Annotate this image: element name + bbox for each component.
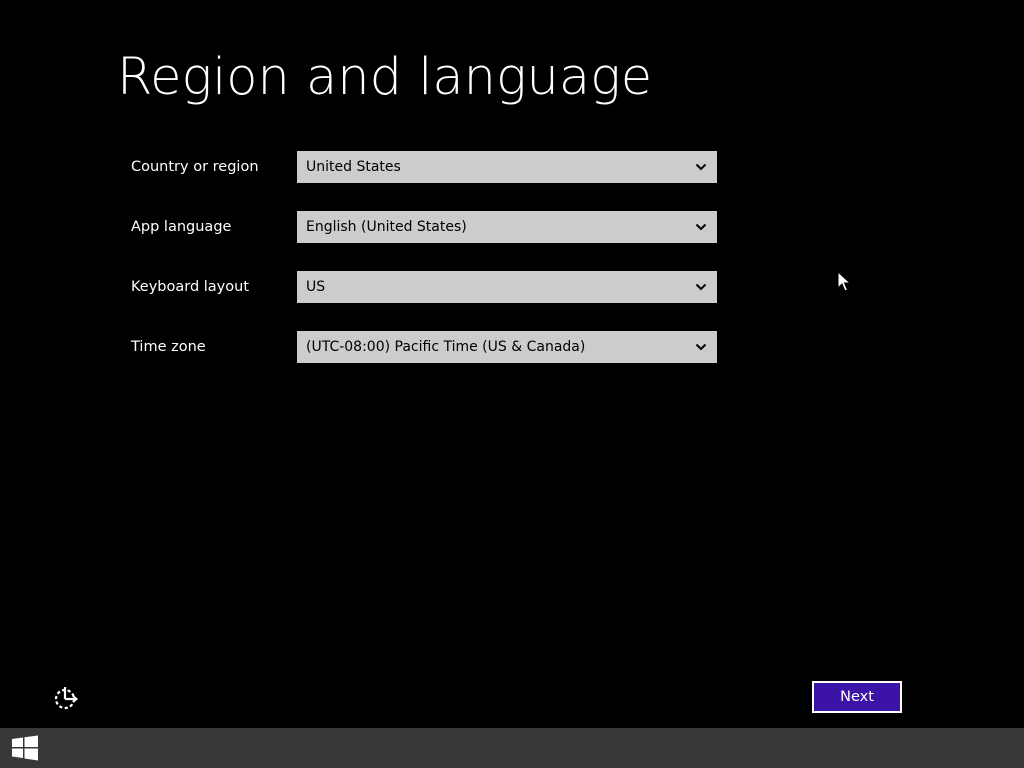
keyboard-layout-row: Keyboard layout US: [131, 271, 731, 303]
country-region-row: Country or region United States: [131, 151, 731, 183]
app-language-value: English (United States): [306, 219, 467, 235]
country-region-value: United States: [306, 159, 401, 175]
setup-screen: Region and language Country or region Un…: [0, 0, 1024, 768]
app-language-row: App language English (United States): [131, 211, 731, 243]
keyboard-layout-select[interactable]: US: [297, 271, 717, 303]
chevron-down-icon: [695, 343, 707, 351]
country-region-label: Country or region: [131, 159, 259, 175]
keyboard-layout-label: Keyboard layout: [131, 279, 250, 295]
app-language-label: App language: [131, 219, 232, 235]
app-language-select[interactable]: English (United States): [297, 211, 717, 243]
time-zone-label: Time zone: [131, 339, 206, 355]
ease-of-access-icon[interactable]: [52, 684, 80, 712]
time-zone-value: (UTC-08:00) Pacific Time (US & Canada): [306, 339, 586, 355]
taskbar: [0, 728, 1024, 768]
keyboard-layout-value: US: [306, 279, 326, 295]
mouse-pointer-icon: [837, 271, 851, 292]
chevron-down-icon: [695, 163, 707, 171]
page-title: Region and language: [117, 48, 653, 107]
chevron-down-icon: [695, 283, 707, 291]
windows-logo-icon[interactable]: [8, 734, 42, 762]
time-zone-row: Time zone (UTC-08:00) Pacific Time (US &…: [131, 331, 731, 363]
country-region-select[interactable]: United States: [297, 151, 717, 183]
time-zone-select[interactable]: (UTC-08:00) Pacific Time (US & Canada): [297, 331, 717, 363]
chevron-down-icon: [695, 223, 707, 231]
next-button[interactable]: Next: [812, 681, 902, 713]
